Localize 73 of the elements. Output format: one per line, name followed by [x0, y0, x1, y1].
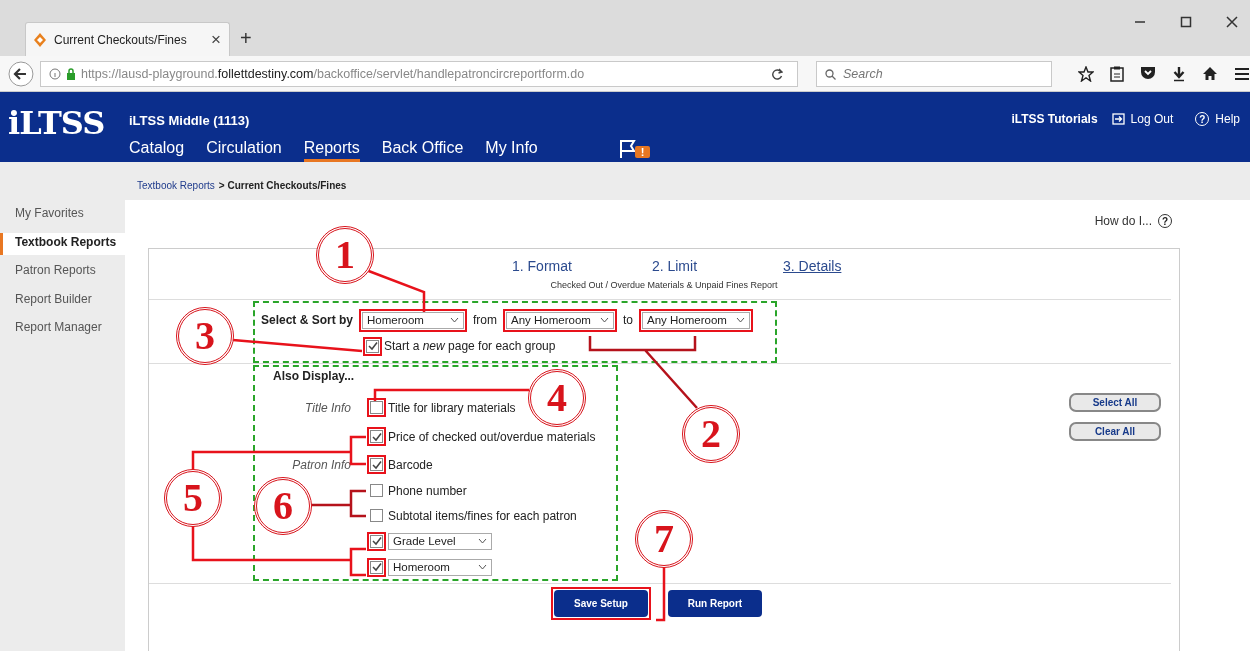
caret-icon: [600, 317, 610, 323]
option-label: Barcode: [388, 457, 433, 472]
checkbox[interactable]: [370, 509, 383, 522]
field-select[interactable]: Homeroom: [388, 558, 492, 576]
download-icon[interactable]: [1172, 65, 1186, 82]
run-button[interactable]: Run Report: [668, 590, 762, 617]
step-link[interactable]: 1. Format: [512, 258, 572, 279]
nav-tab[interactable]: My Info: [485, 139, 538, 162]
logout-link[interactable]: Log Out: [1130, 112, 1174, 126]
select-all-button[interactable]: Select All: [1069, 393, 1161, 412]
clear-all-button[interactable]: Clear All: [1069, 422, 1161, 441]
to-label: to: [623, 313, 634, 327]
maximize-icon[interactable]: [1180, 16, 1192, 28]
sidebar-item[interactable]: Patron Reports: [0, 261, 125, 290]
home-icon[interactable]: [1202, 66, 1218, 81]
search-icon: [825, 68, 836, 80]
from-select[interactable]: Any Homeroom: [506, 311, 615, 329]
search-field[interactable]: Search: [816, 60, 1052, 87]
caret-icon: [450, 317, 460, 323]
new-tab-button[interactable]: +: [240, 27, 252, 50]
close-icon[interactable]: [1226, 16, 1238, 28]
caret-icon: [736, 317, 746, 323]
section-title: Also Display...: [273, 369, 356, 385]
step-link[interactable]: 3. Details: [783, 258, 842, 279]
reload-icon[interactable]: [771, 67, 783, 80]
sidebar-item[interactable]: Report Manager: [0, 318, 125, 347]
clipboard-icon[interactable]: [1110, 65, 1124, 82]
site-icon: [34, 32, 46, 47]
help-link[interactable]: How do I...: [1094, 214, 1152, 228]
sidebar-item[interactable]: Textbook Reports: [0, 232, 125, 255]
tab-title: Current Checkouts/Fines: [54, 32, 188, 47]
site-logo: iLTSS: [8, 104, 106, 144]
option-label: Price of checked out/overdue materials: [388, 429, 596, 444]
option-label: Subtotal items/fines for each patron: [388, 508, 577, 523]
leader-line: [656, 567, 666, 622]
breadcrumb-link[interactable]: Textbook Reports: [137, 179, 215, 191]
breadcrumb-current: > Current Checkouts/Fines: [218, 179, 347, 191]
sort-label: Select & Sort by: [261, 313, 354, 327]
group-label: Patron Info: [292, 457, 351, 472]
step-link[interactable]: 2. Limit: [651, 258, 698, 279]
sidebar-item[interactable]: Report Builder: [0, 289, 125, 318]
report-title: Checked Out / Overdue Materials & Unpaid Fines Report: [550, 280, 778, 290]
from-label: from: [473, 313, 498, 327]
sidebar-item[interactable]: My Favorites: [0, 204, 125, 233]
back-icon[interactable]: [8, 60, 34, 87]
group-label: Title Info: [305, 400, 351, 415]
address-bar[interactable]: https://lausd-playground.follettdestiny.com/backoffice/servlet/handlepatroncircreportform.do: [39, 60, 798, 87]
help-link[interactable]: Help: [1215, 112, 1240, 126]
field-select[interactable]: Grade Level: [388, 532, 492, 550]
lock-icon: [65, 67, 76, 80]
nav-tab[interactable]: Back Office: [381, 139, 464, 162]
flag-icon[interactable]: [617, 138, 638, 159]
to-select[interactable]: Any Homeroom: [642, 311, 751, 329]
star-icon[interactable]: [1078, 65, 1094, 82]
caret-icon: [478, 538, 487, 544]
menu-icon[interactable]: [1234, 66, 1250, 81]
nav-tab[interactable]: Catalog: [129, 139, 185, 162]
info-icon: [48, 67, 61, 80]
logout-icon[interactable]: [1111, 113, 1125, 125]
tab-close-button[interactable]: ×: [211, 29, 221, 50]
tutorials-link[interactable]: iLTSS Tutorials: [1011, 112, 1098, 126]
nav-tab[interactable]: Circulation: [206, 139, 282, 162]
option-label: Start a new page for each group: [384, 339, 556, 353]
option-label: Title for library materials: [388, 400, 516, 415]
site-name: iLTSS Middle (1113): [129, 113, 251, 128]
checkbox[interactable]: [370, 484, 383, 497]
browser-tab[interactable]: Current Checkouts/Fines ×: [25, 22, 230, 56]
alert-badge: !: [634, 145, 651, 158]
caret-icon: [478, 564, 487, 570]
option-label: Phone number: [388, 483, 467, 498]
save-button[interactable]: Save Setup: [554, 590, 648, 617]
pocket-icon[interactable]: [1140, 66, 1156, 81]
sort-by-select[interactable]: Homeroom: [362, 311, 465, 329]
